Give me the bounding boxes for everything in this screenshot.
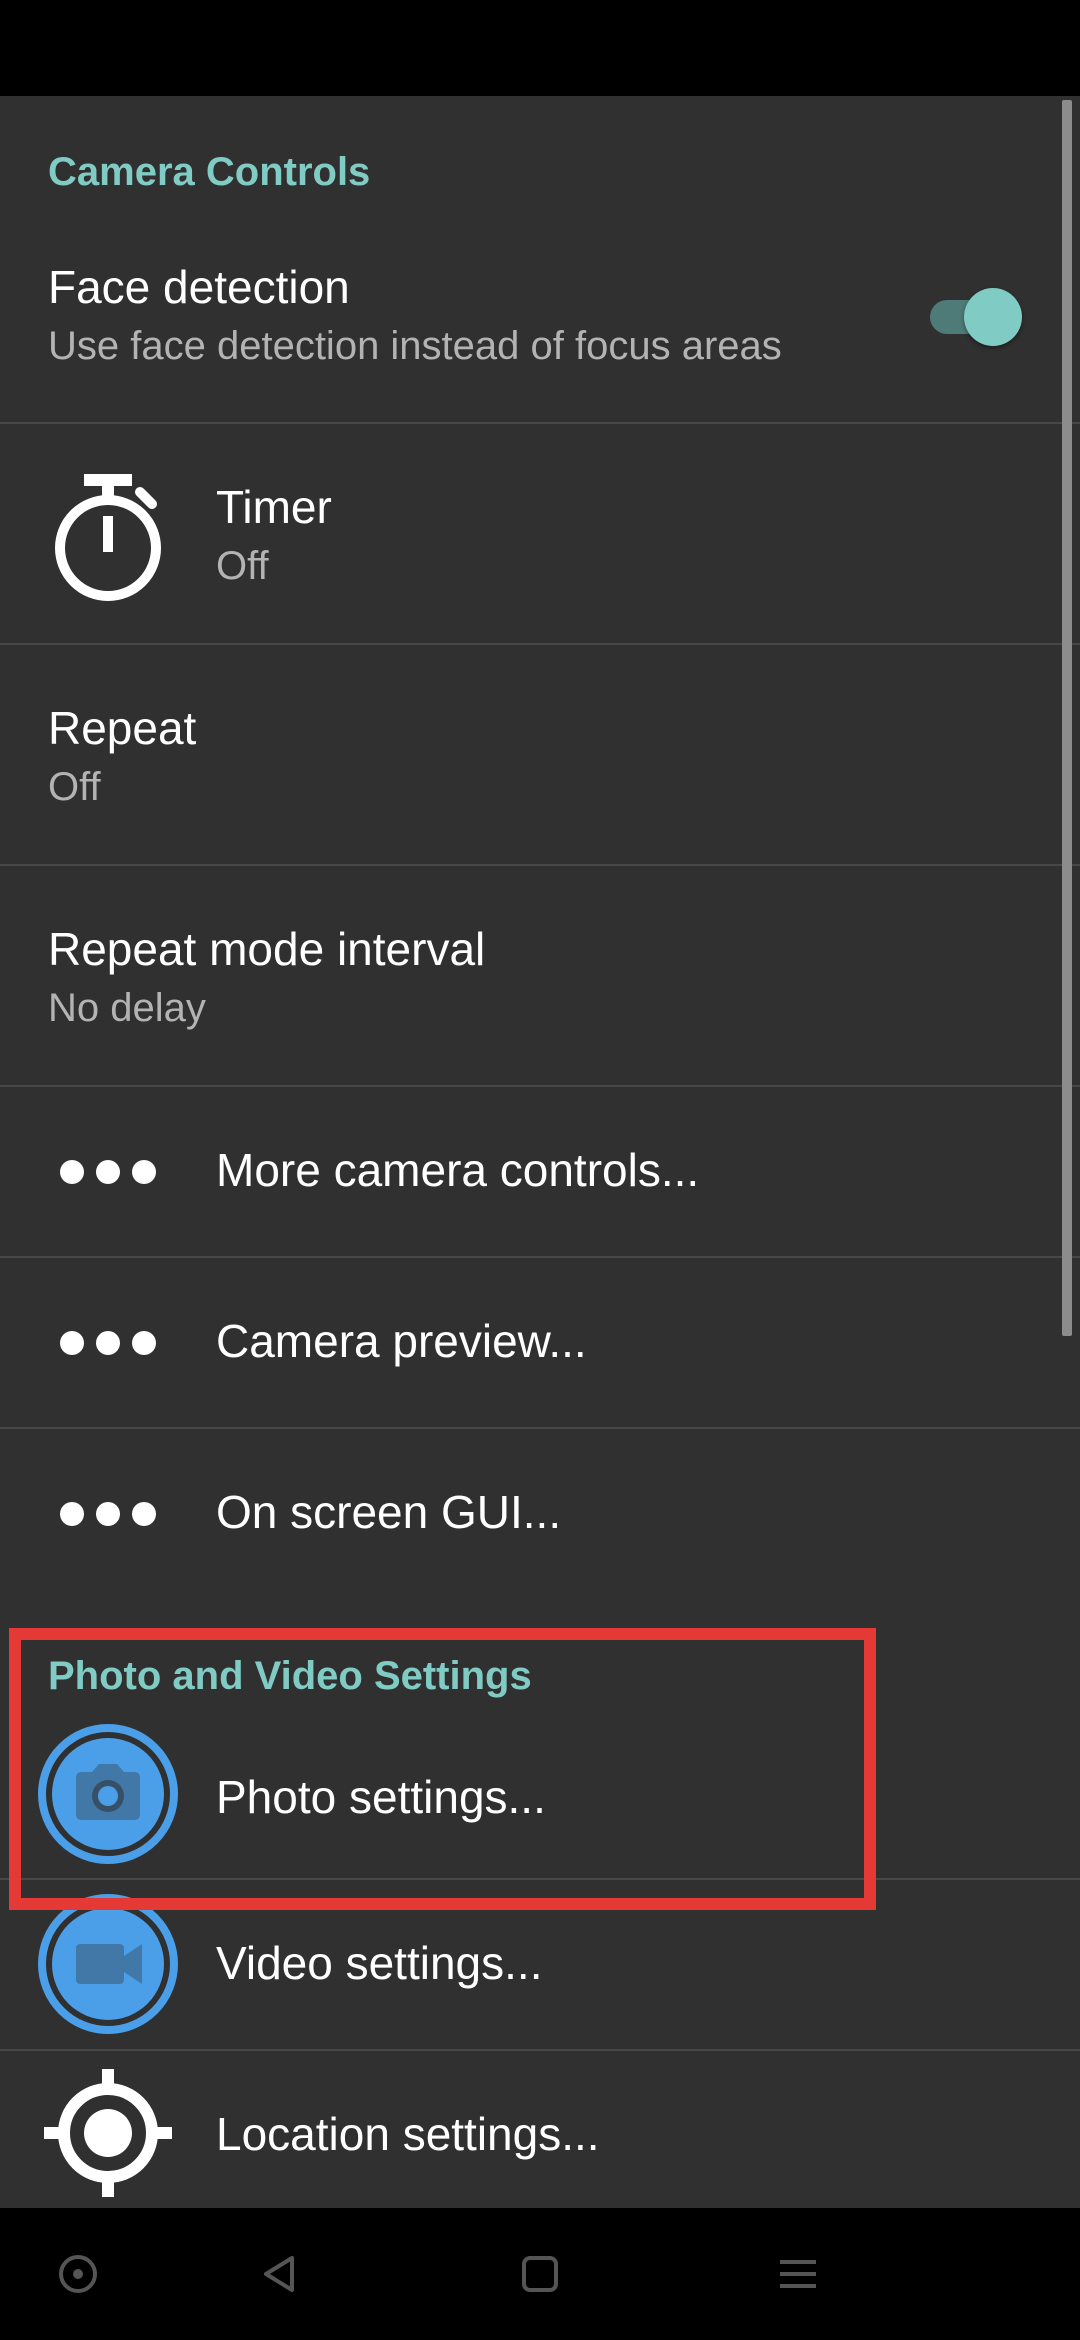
home-icon — [522, 2256, 558, 2292]
on-screen-gui-row[interactable]: On screen GUI... — [0, 1429, 1080, 1599]
assistant-icon — [59, 2255, 97, 2293]
more-camera-controls-row[interactable]: More camera controls... — [0, 1087, 1080, 1257]
timer-summary: Off — [216, 544, 269, 588]
scrollbar[interactable] — [1062, 100, 1072, 1336]
face-detection-row[interactable]: Face detection Use face detection instea… — [0, 250, 1080, 422]
timer-icon — [48, 464, 168, 604]
face-detection-toggle[interactable] — [924, 282, 1024, 346]
assistant-button[interactable] — [18, 2208, 138, 2340]
home-button[interactable] — [480, 2208, 600, 2340]
more-dots-icon — [48, 1484, 168, 1544]
more-camera-controls-title: More camera controls... — [216, 1144, 700, 1196]
video-settings-title: Video settings... — [216, 1937, 543, 1989]
camera-preview-row[interactable]: Camera preview... — [0, 1258, 1080, 1428]
navigation-bar — [0, 2208, 1080, 2340]
highlight-box — [9, 1628, 876, 1910]
status-bar — [0, 0, 1080, 96]
repeat-interval-row[interactable]: Repeat mode interval No delay — [0, 866, 1080, 1086]
menu-button[interactable] — [738, 2208, 858, 2340]
section-header-camera-controls: Camera Controls — [48, 150, 371, 194]
location-icon — [36, 2061, 180, 2205]
back-button[interactable] — [220, 2208, 340, 2340]
repeat-summary: Off — [48, 765, 101, 809]
repeat-interval-title: Repeat mode interval — [48, 923, 486, 975]
more-dots-icon — [48, 1142, 168, 1202]
on-screen-gui-title: On screen GUI... — [216, 1486, 562, 1538]
more-dots-icon — [48, 1313, 168, 1373]
face-detection-title: Face detection — [48, 261, 350, 313]
location-settings-title: Location settings... — [216, 2108, 600, 2160]
menu-icon — [780, 2260, 816, 2288]
repeat-title: Repeat — [48, 702, 197, 754]
video-camera-icon — [36, 1892, 180, 2036]
back-icon — [264, 2256, 294, 2292]
toggle-thumb — [964, 288, 1022, 346]
face-detection-summary: Use face detection instead of focus area… — [48, 324, 782, 368]
location-settings-row[interactable]: Location settings... — [0, 2051, 1080, 2208]
timer-title: Timer — [216, 481, 332, 533]
timer-row[interactable]: Timer Off — [0, 424, 1080, 644]
camera-preview-title: Camera preview... — [216, 1315, 587, 1367]
repeat-interval-summary: No delay — [48, 986, 206, 1030]
repeat-row[interactable]: Repeat Off — [0, 645, 1080, 865]
